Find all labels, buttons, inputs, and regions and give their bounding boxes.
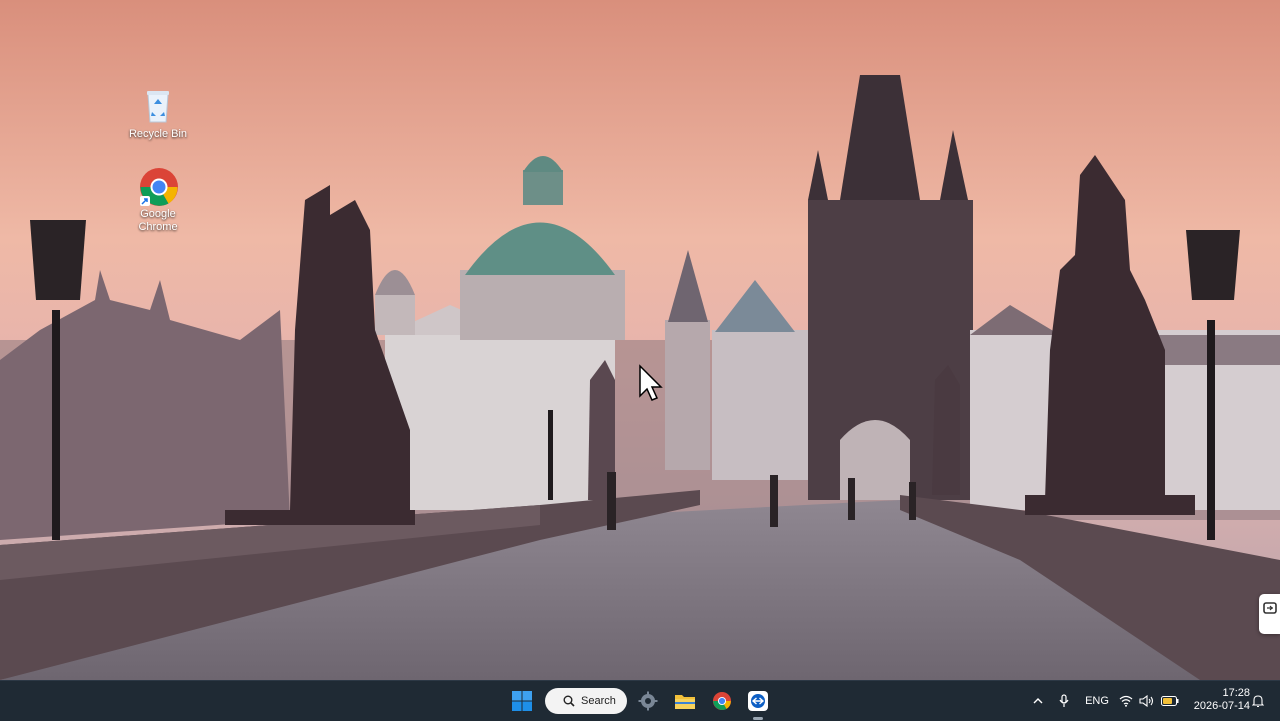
taskbar-settings[interactable]	[632, 685, 664, 717]
speaker-icon	[1139, 695, 1154, 707]
taskbar-teamviewer[interactable]	[742, 685, 774, 717]
clock-time: 17:28	[1222, 687, 1250, 699]
search-icon	[563, 695, 575, 707]
file-explorer-icon	[675, 695, 695, 709]
desktop: Recycle Bin Google Chrome	[0, 0, 1280, 680]
clock[interactable]: 17:28 2026-07-14	[1186, 687, 1250, 713]
search-label: Search	[581, 695, 616, 707]
mouse-cursor-icon	[639, 364, 663, 401]
desktop-icon-label: Google Chrome	[138, 208, 178, 233]
chrome-icon	[712, 691, 732, 711]
taskbar: Search ENG 17:28 2026-07-14	[0, 680, 1280, 721]
desktop-icon-label: Recycle Bin	[128, 128, 188, 140]
taskbar-search-box[interactable]: Search	[545, 688, 627, 714]
show-hidden-icons-button[interactable]	[1030, 681, 1046, 721]
microphone-icon	[1059, 694, 1069, 707]
notification-bell-icon	[1252, 695, 1264, 708]
quick-settings-button[interactable]	[1118, 681, 1180, 721]
wifi-icon	[1119, 695, 1133, 707]
battery-icon	[1161, 696, 1179, 706]
taskbar-chrome[interactable]	[706, 685, 738, 717]
remote-session-side-tab[interactable]	[1259, 594, 1280, 634]
clock-date: 2026-07-14	[1193, 700, 1250, 712]
start-button[interactable]	[506, 685, 538, 717]
teamviewer-icon	[1263, 602, 1277, 614]
chevron-up-icon	[1033, 698, 1043, 704]
chrome-icon	[138, 166, 178, 206]
teamviewer-icon	[748, 691, 768, 711]
desktop-icon-recycle-bin[interactable]: Recycle Bin	[118, 86, 198, 141]
settings-gear-icon	[638, 691, 658, 711]
microphone-indicator[interactable]	[1056, 681, 1072, 721]
desktop-icon-google-chrome[interactable]: Google Chrome	[118, 166, 198, 234]
windows-start-icon	[512, 691, 532, 711]
input-language-indicator[interactable]: ENG	[1082, 681, 1112, 721]
taskbar-file-explorer[interactable]	[669, 685, 701, 717]
notification-center-button[interactable]	[1250, 681, 1266, 721]
recycle-bin-icon	[138, 86, 178, 126]
